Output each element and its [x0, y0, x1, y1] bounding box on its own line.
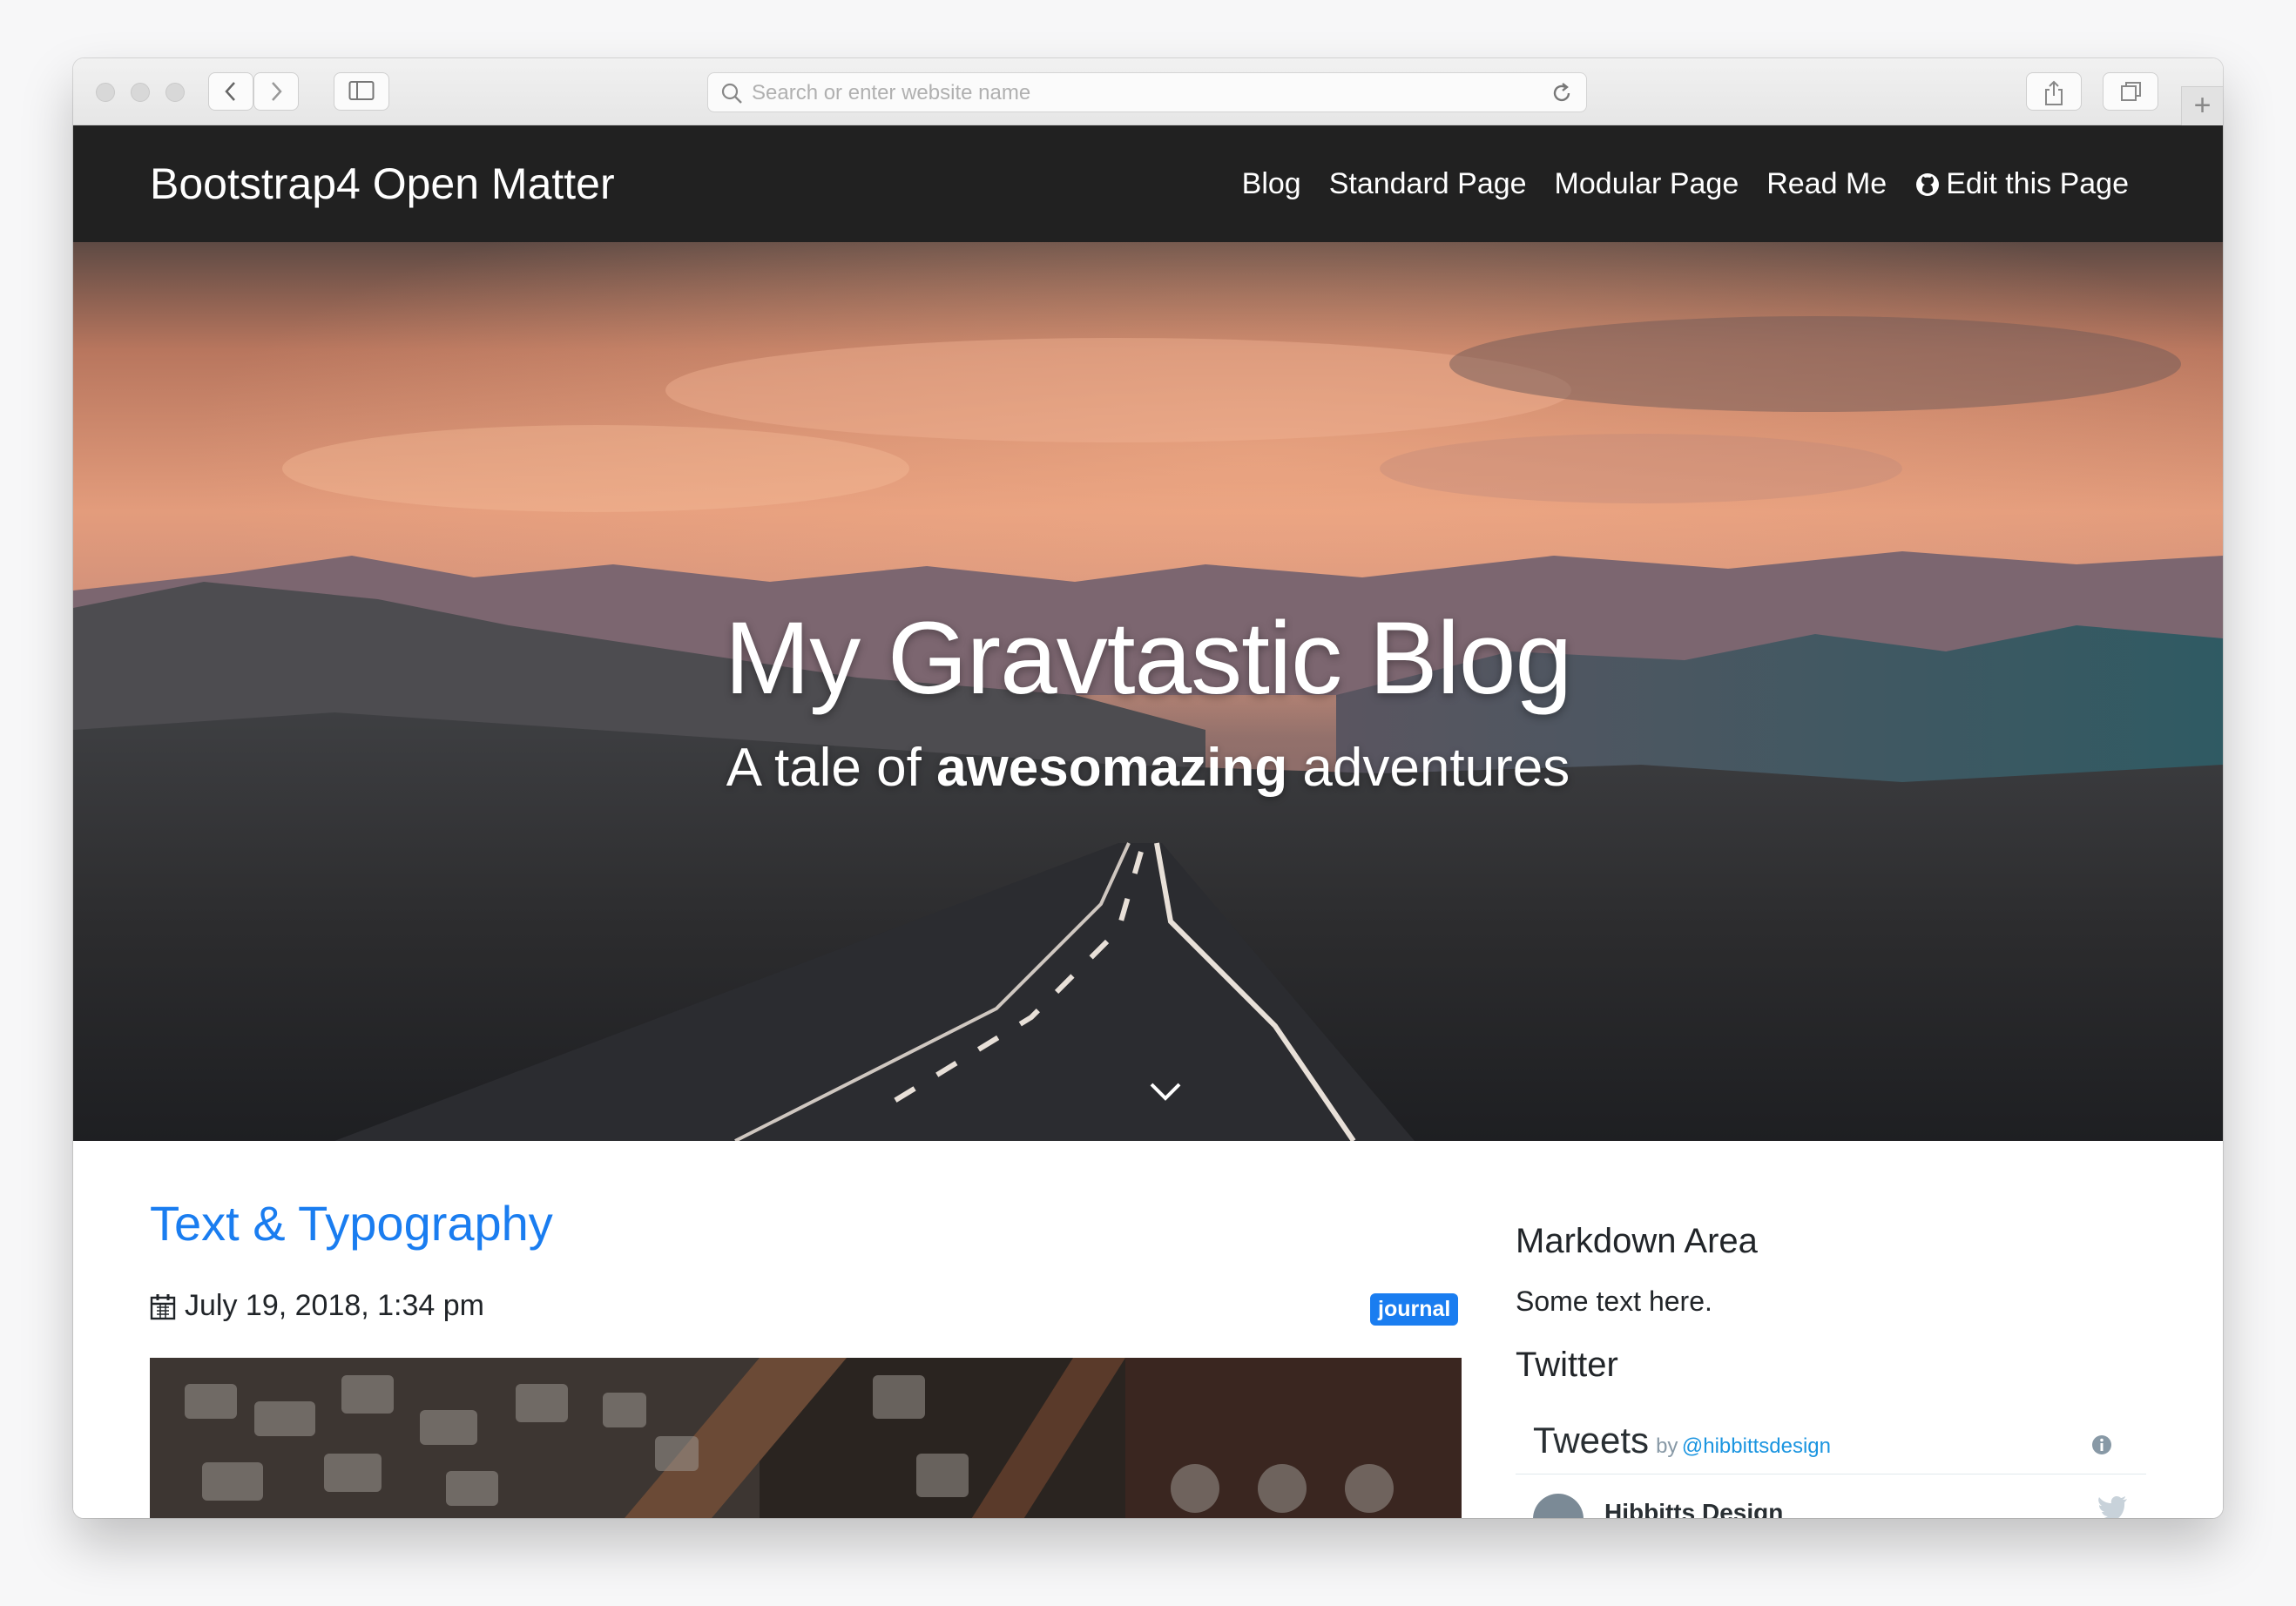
share-button[interactable] [2026, 72, 2082, 111]
post-date-text: July 19, 2018, 1:34 pm [185, 1289, 485, 1322]
nav-link-standard-page[interactable]: Standard Page [1329, 167, 1527, 201]
post-title-link[interactable]: Text & Typography [150, 1195, 553, 1252]
github-icon [1916, 172, 1940, 196]
tweet-author-avatar[interactable] [1533, 1494, 1584, 1518]
tweets-by-label: by [1656, 1434, 1678, 1458]
search-icon [721, 83, 742, 104]
markdown-area-heading: Markdown Area [1516, 1222, 1758, 1260]
post-image-graphic [150, 1358, 1462, 1518]
markdown-area-text: Some text here. [1516, 1285, 1712, 1317]
sidebar-icon [348, 81, 375, 100]
tweet-item[interactable]: Hibbitts Design [1516, 1474, 2146, 1518]
zoom-window-button[interactable] [165, 83, 185, 102]
site-navbar: Bootstrap4 Open Matter Blog Standard Pag… [73, 125, 2223, 242]
tweets-header: Tweets by @hibbittsdesign [1533, 1420, 1831, 1461]
tabs-overview-button[interactable] [2103, 72, 2158, 111]
tweets-title: Tweets [1533, 1420, 1650, 1461]
nav-link-edit-page-label: Edit this Page [1946, 167, 2129, 200]
hero-title: My Gravtastic Blog [724, 601, 1572, 716]
post-date: July 19, 2018, 1:34 pm [150, 1289, 484, 1323]
tweet-author-name[interactable]: Hibbitts Design [1604, 1499, 1783, 1518]
site-brand[interactable]: Bootstrap4 Open Matter [150, 159, 615, 209]
nav-link-blog[interactable]: Blog [1242, 167, 1301, 201]
chevron-left-icon [225, 82, 235, 101]
new-tab-button[interactable]: + [2181, 86, 2223, 125]
nav-link-read-me[interactable]: Read Me [1766, 167, 1887, 201]
tabs-icon [2121, 82, 2141, 101]
main-content: Text & Typography July 19, 2018, 1:34 pm… [73, 1141, 2223, 1518]
scroll-down-chevron-icon[interactable] [1148, 1080, 1183, 1103]
nav-link-edit-page[interactable]: Edit this Page [1914, 167, 2129, 201]
minimize-window-button[interactable] [131, 83, 150, 102]
hero-subtitle: A tale of awesomazing adventures [73, 737, 2223, 799]
post-featured-image[interactable] [150, 1358, 1462, 1518]
forward-button[interactable] [253, 72, 299, 111]
reload-icon[interactable] [1550, 81, 1574, 105]
twitter-heading: Twitter [1516, 1346, 1618, 1384]
sidebar-toggle-button[interactable] [334, 72, 389, 111]
calendar-icon [150, 1293, 176, 1319]
browser-window: + Bootstrap4 Open Matter Blog Standard P… [73, 58, 2223, 1518]
tweets-user-link[interactable]: @hibbittsdesign [1682, 1434, 1831, 1458]
hero-subtitle-bold: awesomazing [936, 738, 1288, 798]
chevron-right-icon [272, 82, 282, 101]
share-icon [2045, 80, 2063, 105]
hero-subtitle-post: adventures [1287, 738, 1570, 798]
hero-banner: My Gravtastic Blog A tale of awesomazing… [73, 242, 2223, 1141]
nav-link-modular-page[interactable]: Modular Page [1555, 167, 1739, 201]
back-button[interactable] [208, 72, 253, 111]
address-input[interactable] [752, 78, 1518, 108]
close-window-button[interactable] [96, 83, 115, 102]
info-icon[interactable] [2090, 1434, 2113, 1456]
hero-subtitle-pre: A tale of [726, 738, 937, 798]
post-tag-badge[interactable]: journal [1370, 1293, 1459, 1326]
browser-toolbar: + [73, 58, 2223, 125]
twitter-bird-icon[interactable] [2097, 1495, 2129, 1518]
nav-menu: Blog Standard Page Modular Page Read Me … [1242, 167, 2129, 201]
address-bar[interactable] [707, 72, 1587, 112]
